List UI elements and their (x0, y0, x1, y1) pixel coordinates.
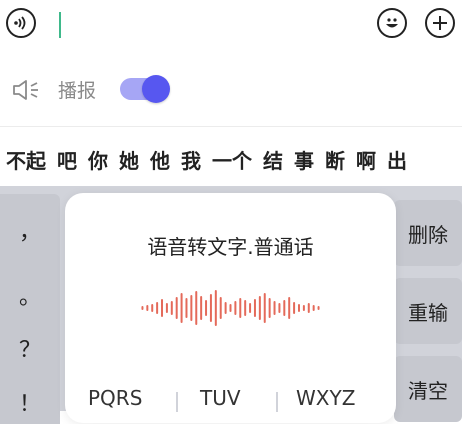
candidate-list: 不起吧你她他我一个结事断啊出 (6, 145, 418, 174)
voice-waves-icon (14, 16, 26, 30)
waveform-bar (297, 304, 300, 312)
waveform-bar (307, 303, 310, 313)
broadcast-row: 播报 (0, 62, 462, 114)
waveform-bar (165, 303, 168, 313)
waveform-bar (205, 300, 208, 316)
punctuation-column: ， 。 ？ ！ (0, 194, 60, 424)
reenter-key[interactable]: 重输 (394, 278, 462, 344)
text-cursor (59, 12, 61, 38)
waveform-bar (258, 296, 261, 320)
waveform-bar (278, 303, 281, 313)
delete-key[interactable]: 删除 (394, 200, 462, 266)
key-wxyz-label[interactable]: WXYZ (296, 386, 355, 410)
candidate-item[interactable]: 一个 (212, 145, 252, 174)
waveform-bar (234, 301, 237, 315)
waveform-bar (161, 299, 164, 317)
plus-icon (433, 16, 447, 30)
waveform-bar (244, 300, 247, 316)
waveform-bar (219, 297, 222, 319)
candidate-item[interactable]: 她 (119, 145, 139, 174)
candidate-item[interactable]: 结 (263, 145, 283, 174)
waveform-bar (312, 305, 315, 311)
waveform-bar (185, 298, 188, 318)
waveform-bar (146, 305, 149, 311)
waveform-bar (288, 297, 291, 319)
waveform-bar (283, 300, 286, 316)
candidate-item[interactable]: 出 (387, 145, 407, 174)
input-bar (0, 0, 462, 52)
emoji-button[interactable] (377, 8, 407, 38)
waveform-bar (195, 291, 198, 325)
waveform-bar (253, 299, 256, 317)
candidate-item[interactable]: 吧 (57, 145, 77, 174)
waveform-bar (293, 302, 296, 314)
key-separator (276, 392, 278, 412)
candidate-item[interactable]: 啊 (356, 145, 376, 174)
waveform-bar (170, 301, 173, 315)
candidate-item[interactable]: 事 (294, 145, 314, 174)
waveform-bar (249, 303, 252, 313)
clear-key[interactable]: 清空 (394, 356, 462, 422)
waveform-bar (156, 302, 159, 314)
key-tuv-label[interactable]: TUV (200, 386, 241, 410)
candidate-bar: 不起吧你她他我一个结事断啊出 (0, 126, 462, 185)
punct-exclaim-key[interactable]: ！ (0, 386, 60, 418)
waveform-bar (273, 301, 276, 315)
candidate-item[interactable]: 你 (88, 145, 108, 174)
punct-period-key[interactable]: 。 (0, 279, 60, 311)
waveform-bar (175, 297, 178, 319)
waveform-bar (200, 296, 203, 320)
waveform-bar (151, 304, 154, 312)
candidate-item[interactable]: 断 (325, 145, 345, 174)
punct-question-key[interactable]: ？ (0, 332, 60, 364)
smiley-icon (386, 18, 398, 28)
candidate-item[interactable]: 他 (150, 145, 170, 174)
key-separator (176, 392, 178, 412)
waveform-bar (190, 295, 193, 321)
waveform-bar (229, 304, 232, 312)
voice-waveform-icon (141, 290, 320, 326)
broadcast-label: 播报 (58, 80, 97, 102)
waveform-bar (268, 298, 271, 318)
letter-keys-overlay: PQRS TUV WXYZ (60, 386, 394, 412)
voice-button[interactable] (6, 8, 36, 38)
candidate-item[interactable]: 我 (181, 145, 201, 174)
speaker-icon (13, 80, 38, 100)
waveform-bar (224, 302, 227, 314)
add-button[interactable] (425, 8, 455, 38)
broadcast-toggle[interactable] (120, 75, 170, 103)
waveform-bar (302, 305, 305, 311)
waveform-bar (239, 298, 242, 318)
toggle-knob (142, 75, 170, 103)
punct-comma-key[interactable]: ， (0, 214, 60, 246)
waveform-bar (209, 294, 212, 322)
waveform-bar (180, 293, 183, 323)
waveform-bar (263, 293, 266, 323)
waveform-bar (214, 290, 217, 326)
waveform-bar (317, 306, 320, 310)
candidate-item[interactable]: 不起 (6, 145, 46, 174)
voice-panel-title: 语音转文字.普通话 (147, 235, 314, 259)
waveform-bar (141, 306, 144, 310)
key-pqrs-label[interactable]: PQRS (88, 386, 142, 410)
